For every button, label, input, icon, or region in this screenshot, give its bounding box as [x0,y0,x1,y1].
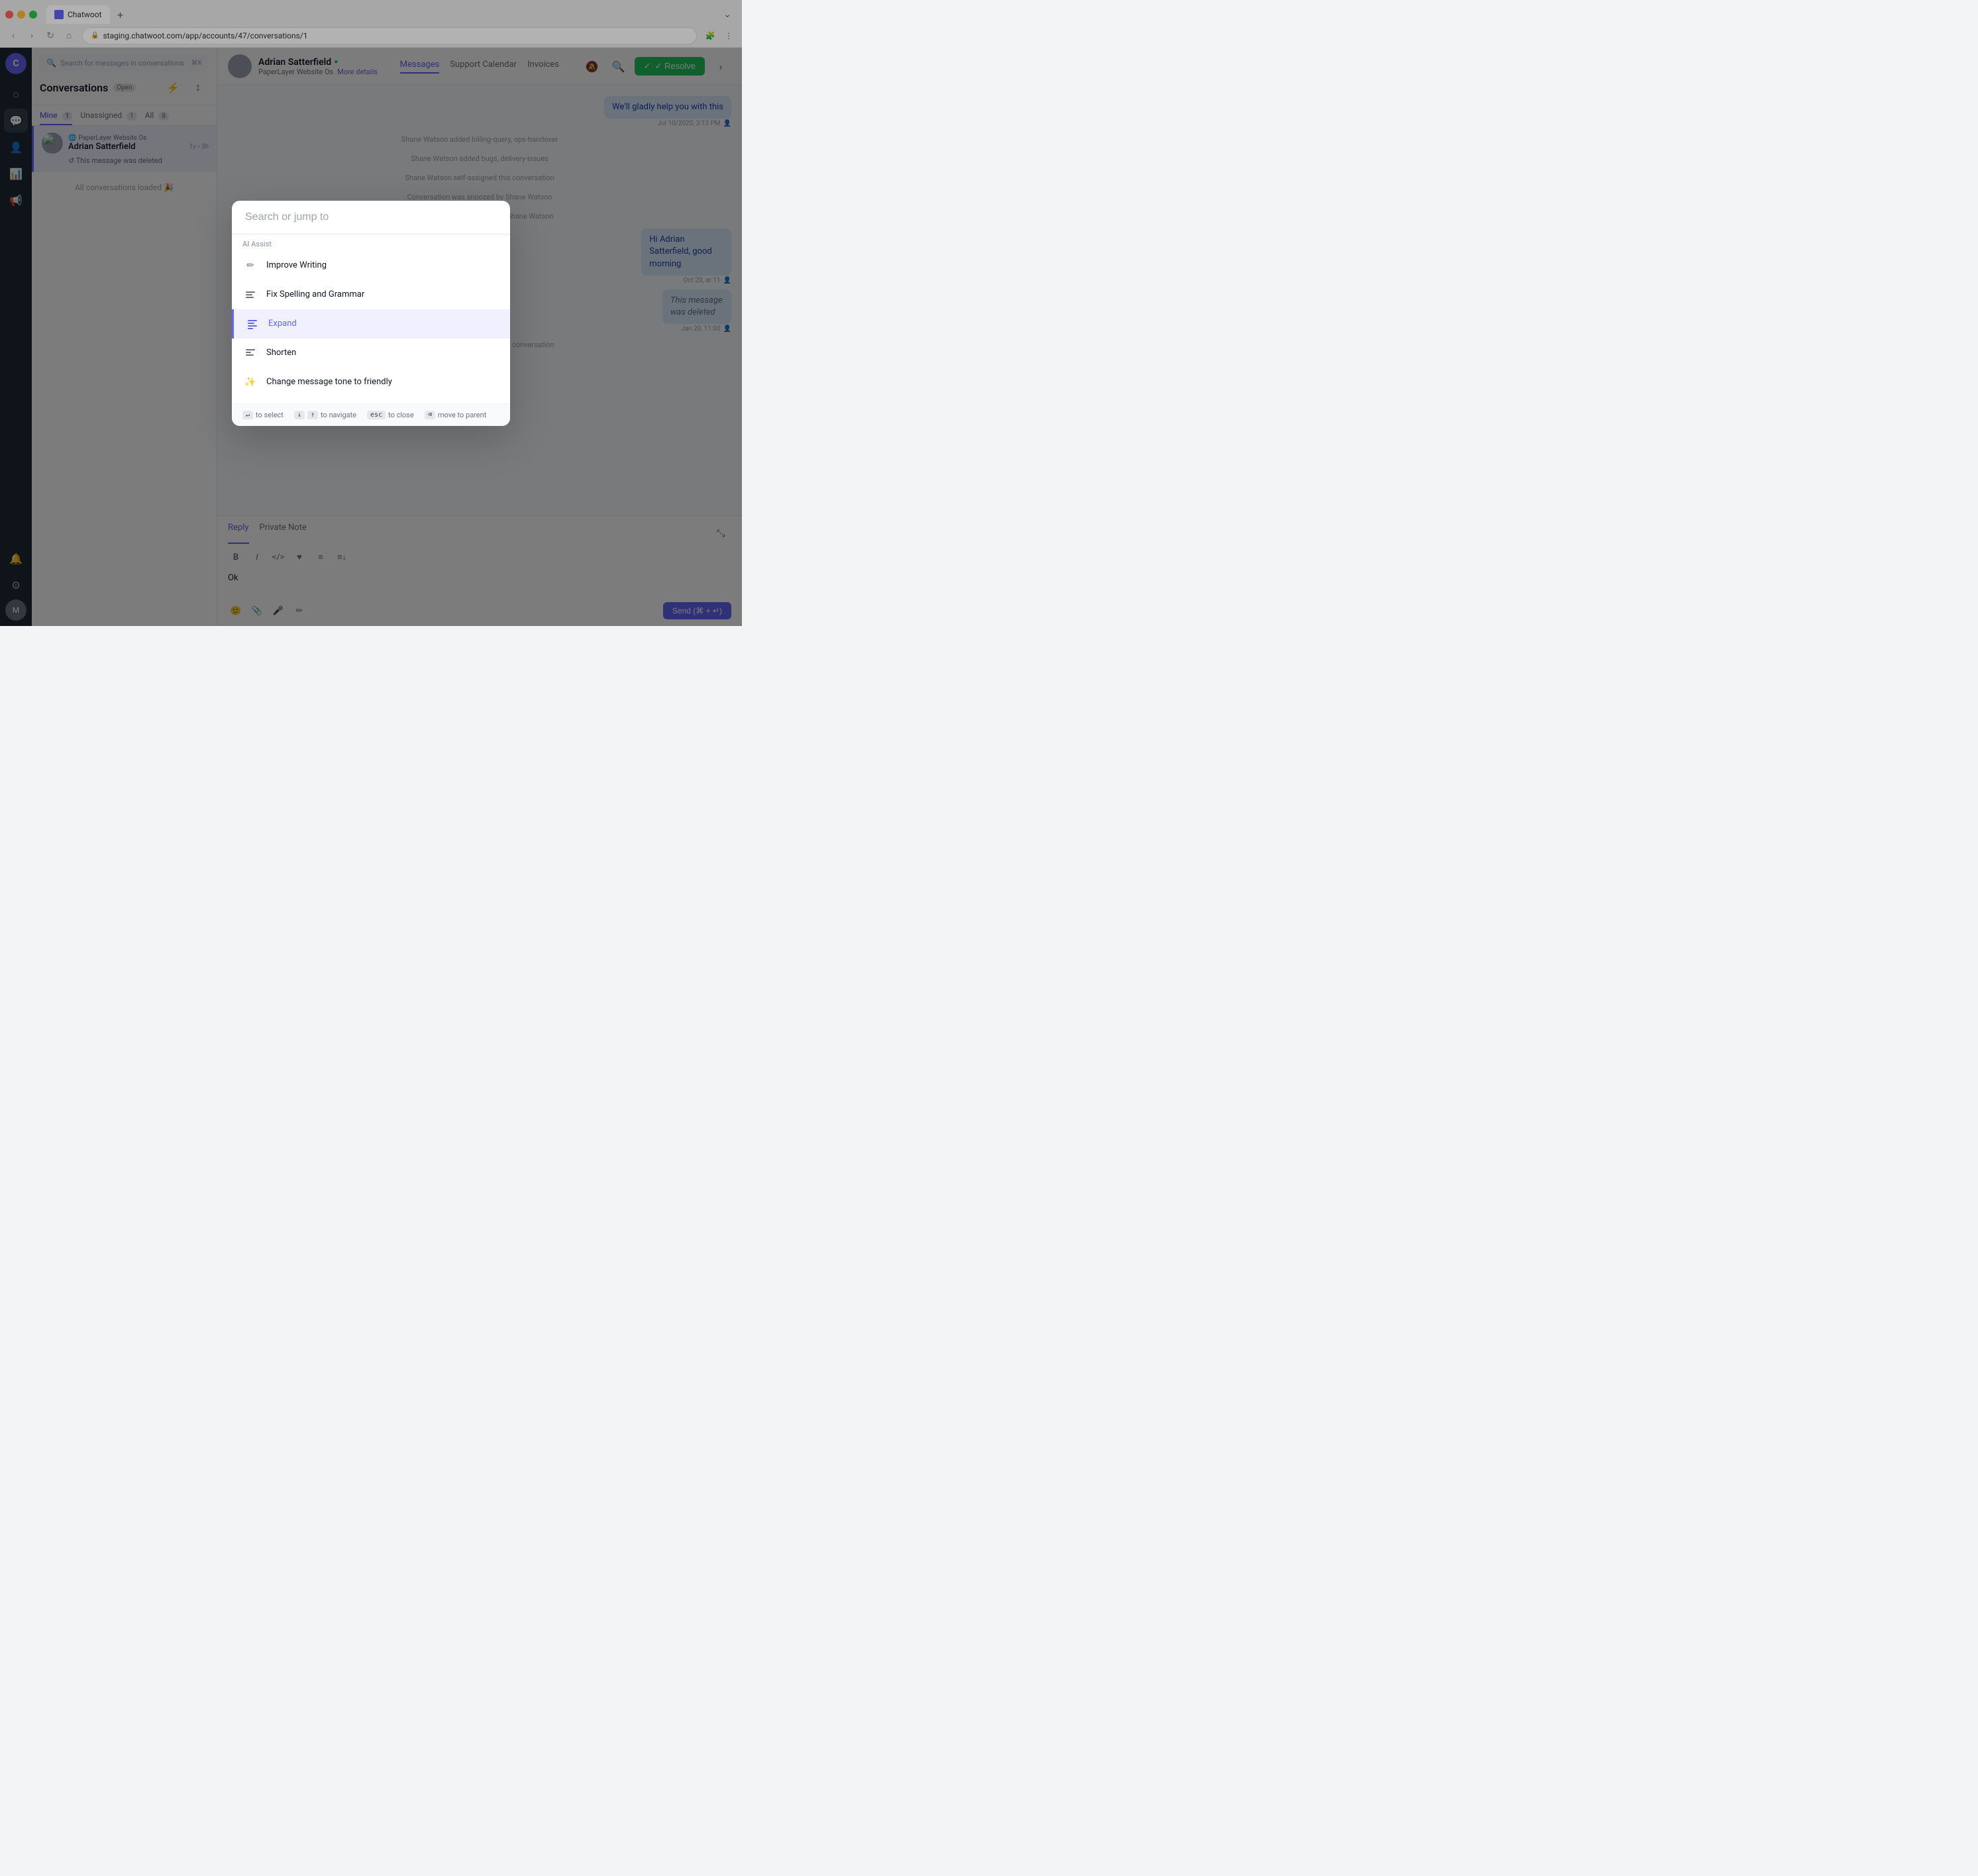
esc-key: esc [367,411,386,419]
improve-writing-icon: ✏ [242,258,258,274]
move-to-parent-label: move to parent [438,411,486,419]
tone-friendly-icon: ✨ [242,374,258,390]
to-navigate-label: to navigate [321,411,356,419]
modal-search-area [232,201,510,234]
backspace-key: ⌫ [425,411,435,419]
modal-footer: ↵ to select ↓ ↑ to navigate esc to close… [232,403,510,426]
modal-items-list: ✏ Improve Writing Fix Spelling and Gramm… [232,251,510,403]
to-close-label: to close [388,411,414,419]
shortcut-close: esc to close [367,411,414,419]
modal-item-tone-friendly[interactable]: ✨ Change message tone to friendly [232,368,510,397]
shortcut-select: ↵ to select [242,411,284,419]
shortcut-navigate: ↓ ↑ to navigate [294,411,356,419]
ai-assist-modal: AI Assist ✏ Improve Writing Fix Spelling… [232,201,510,426]
modal-item-label-3: Expand [268,319,297,329]
enter-key: ↵ [242,411,253,419]
modal-section-label: AI Assist [232,234,510,251]
fix-spelling-icon [242,287,258,303]
modal-overlay[interactable]: AI Assist ✏ Improve Writing Fix Spelling… [0,0,742,626]
down-key: ↓ [294,411,305,419]
modal-item-label-4: Shorten [266,348,296,358]
to-select-label: to select [256,411,284,419]
modal-item-expand[interactable]: Expand [232,309,510,339]
modal-item-improve-writing[interactable]: ✏ Improve Writing [232,251,510,280]
modal-item-formal-tone[interactable]: ✏ Use formal tone [232,397,510,403]
modal-item-label: Improve Writing [266,260,327,270]
modal-item-label-5: Change message tone to friendly [266,377,392,387]
up-key: ↑ [307,411,318,419]
modal-item-label-2: Fix Spelling and Grammar [266,289,364,299]
modal-item-fix-spelling[interactable]: Fix Spelling and Grammar [232,280,510,309]
expand-icon [244,316,260,332]
shortcut-parent: ⌫ move to parent [425,411,486,419]
modal-item-shorten[interactable]: Shorten [232,339,510,368]
shorten-icon [242,345,258,361]
modal-search-input[interactable] [245,211,497,223]
